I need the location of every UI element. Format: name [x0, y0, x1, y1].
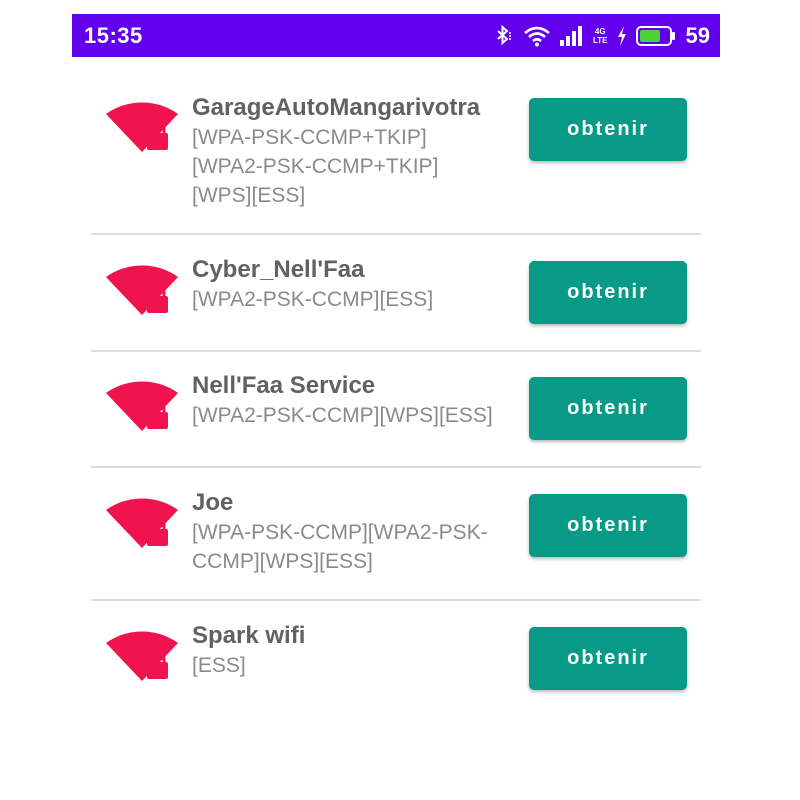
- battery-icon: [635, 25, 675, 46]
- network-ssid: Cyber_Nell'Faa: [192, 256, 365, 283]
- network-ssid: Nell'Faa Service: [192, 372, 376, 399]
- obtain-button[interactable]: obtenir: [529, 627, 687, 690]
- network-capabilities: [WPA2-PSK-CCMP][WPS][ESS]: [192, 404, 493, 427]
- status-icons: 4G LTE 59: [491, 23, 710, 49]
- wifi-locked-icon: [106, 102, 178, 152]
- network-capabilities: [WPA-PSK-CCMP][WPA2-PSK- CCMP][WPS][ESS]: [192, 521, 488, 573]
- wifi-locked-icon: [106, 498, 178, 548]
- status-time: 15:35: [84, 22, 143, 48]
- signal-icon: [560, 25, 582, 46]
- network-texts: Nell'Faa Service [WPA2-PSK-CCMP][WPS][ES…: [192, 371, 532, 430]
- obtain-button[interactable]: obtenir: [529, 494, 687, 557]
- obtain-button[interactable]: obtenir: [529, 261, 687, 324]
- network-texts: Cyber_Nell'Faa [WPA2-PSK-CCMP][ESS]: [192, 255, 532, 314]
- network-type-bottom: LTE: [593, 35, 608, 45]
- network-type: 4G LTE: [593, 27, 608, 45]
- divider: [91, 466, 701, 468]
- battery-percent: 59: [685, 22, 710, 48]
- obtain-button[interactable]: obtenir: [529, 98, 687, 161]
- wifi-locked-icon: [106, 381, 178, 431]
- network-capabilities: [WPA2-PSK-CCMP][ESS]: [192, 288, 434, 311]
- network-texts: Joe [WPA-PSK-CCMP][WPA2-PSK- CCMP][WPS][…: [192, 488, 532, 576]
- network-texts: GarageAutoMangarivotra [WPA-PSK-CCMP+TKI…: [192, 93, 532, 210]
- wifi-locked-icon: [106, 265, 178, 315]
- network-texts: Spark wifi [ESS]: [192, 621, 532, 680]
- network-ssid: GarageAutoMangarivotra: [192, 94, 481, 121]
- status-bar: 15:35 4G LTE 59: [72, 14, 720, 57]
- network-ssid: Joe: [192, 489, 234, 516]
- network-type-top: 4G: [594, 26, 606, 36]
- phone-screen: 15:35 4G LTE 59 GarageAutoMangarivotra […: [72, 14, 720, 800]
- wifi-locked-icon: [106, 631, 178, 681]
- divider: [91, 350, 701, 352]
- network-capabilities: [WPA-PSK-CCMP+TKIP] [WPA2-PSK-CCMP+TKIP]…: [192, 126, 439, 207]
- divider: [91, 599, 701, 601]
- wifi-icon: [524, 26, 550, 46]
- charging-icon: [617, 25, 626, 46]
- network-ssid: Spark wifi: [192, 622, 306, 649]
- obtain-button[interactable]: obtenir: [529, 377, 687, 440]
- network-capabilities: [ESS]: [192, 654, 246, 677]
- divider: [91, 233, 701, 235]
- bluetooth-icon: [497, 24, 511, 45]
